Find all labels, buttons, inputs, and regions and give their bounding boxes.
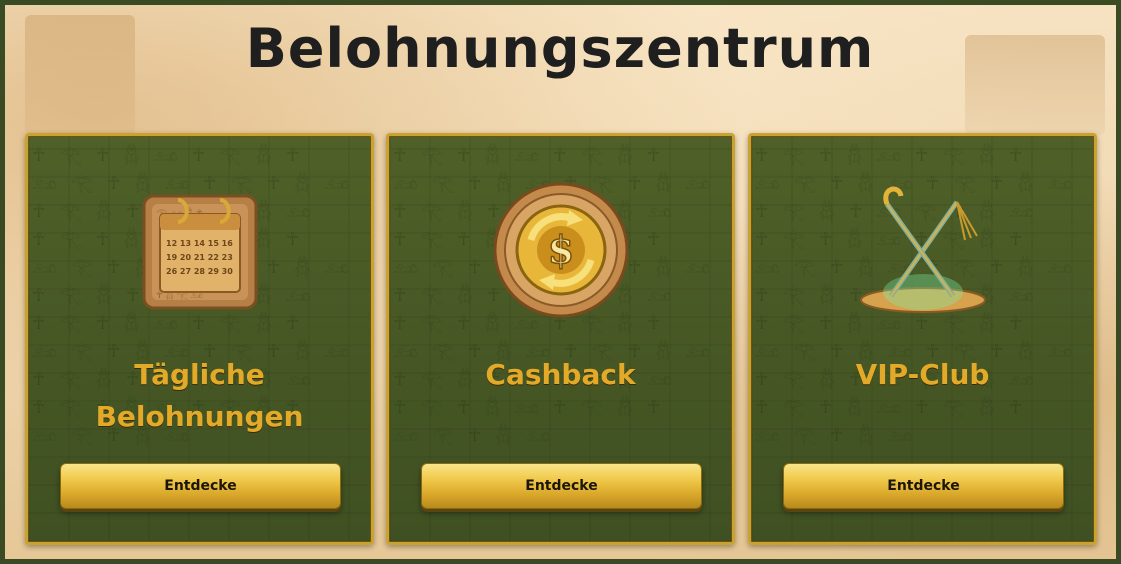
svg-text:26 27 28 29 30: 26 27 28 29 30 <box>166 267 233 276</box>
calendar-tablet-icon: 𓂀 𓃭 𓆣 ☥ ☥ 𓆣 𓂀 𓃭 12 13 14 15 16 19 20 21 … <box>142 194 257 310</box>
card-daily-rewards[interactable]: ☥𓂀☥𓆣𓃭☥𓂀𓆣☥𓃭𓂀☥𓆣𓃭☥𓂀☥𓆣𓃭☥𓂀𓆣☥𓃭𓂀☥𓆣𓃭☥𓂀☥𓆣𓃭☥𓂀𓆣☥𓃭𓂀☥… <box>25 133 374 545</box>
svg-text:$: $ <box>547 227 573 272</box>
explore-button-daily-rewards[interactable]: Entdecke <box>60 463 341 509</box>
rewards-center-page: Belohnungszentrum ☥𓂀☥𓆣𓃭☥𓂀𓆣☥𓃭𓂀☥𓆣𓃭☥𓂀☥𓆣𓃭☥𓂀𓆣… <box>0 0 1121 564</box>
card-title-daily-rewards: Tägliche Belohnungen <box>95 358 304 433</box>
reward-cards: ☥𓂀☥𓆣𓃭☥𓂀𓆣☥𓃭𓂀☥𓆣𓃭☥𓂀☥𓆣𓃭☥𓂀𓆣☥𓃭𓂀☥𓆣𓃭☥𓂀☥𓆣𓃭☥𓂀𓆣☥𓃭𓂀☥… <box>25 133 1100 551</box>
card-cashback[interactable]: ☥𓂀☥𓆣𓃭☥𓂀𓆣☥𓃭𓂀☥𓆣𓃭☥𓂀☥𓆣𓃭☥𓂀𓆣☥𓃭𓂀☥𓆣𓃭☥𓂀☥𓆣𓃭☥𓂀𓆣☥𓃭𓂀☥… <box>386 133 735 545</box>
crook-and-flail-icon <box>859 186 986 313</box>
svg-text:12 13 14 15 16: 12 13 14 15 16 <box>166 239 233 248</box>
card-title-cashback: Cashback <box>485 358 636 391</box>
card-vip-club[interactable]: ☥𓂀☥𓆣𓃭☥𓂀𓆣☥𓃭𓂀☥𓆣𓃭☥𓂀☥𓆣𓃭☥𓂀𓆣☥𓃭𓂀☥𓆣𓃭☥𓂀☥𓆣𓃭☥𓂀𓆣☥𓃭𓂀☥… <box>748 133 1097 545</box>
svg-text:19 20 21 22 23: 19 20 21 22 23 <box>166 253 233 262</box>
card-title-vip-club: VIP-Club <box>855 358 990 391</box>
gold-dollar-coin-icon: $ <box>493 182 628 318</box>
explore-button-vip-club[interactable]: Entdecke <box>783 463 1064 509</box>
page-title: Belohnungszentrum <box>245 17 875 80</box>
explore-button-cashback[interactable]: Entdecke <box>421 463 702 509</box>
